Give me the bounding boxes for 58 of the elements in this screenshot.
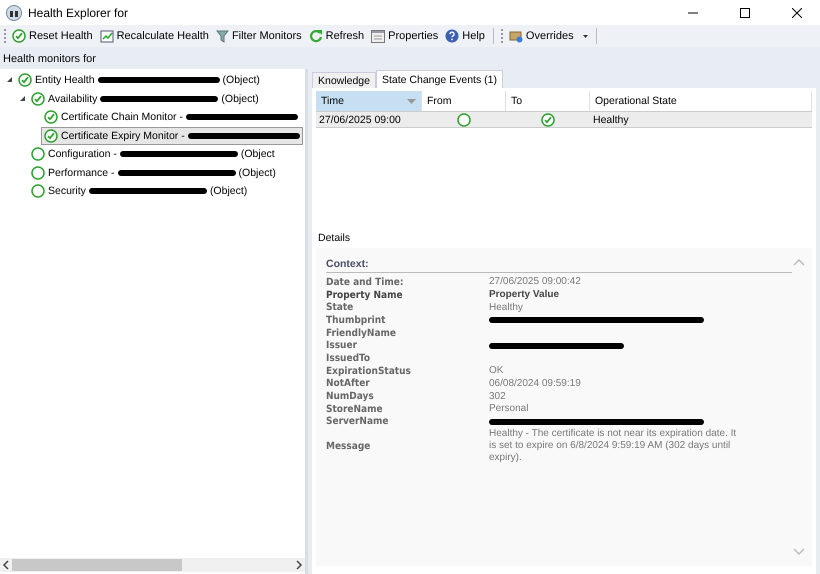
monitors-label: Health monitors for [2,52,97,67]
chart-check-icon [100,29,114,43]
property-value: OK [489,365,504,378]
property-value: 06/08/2024 09:59:19 [489,378,582,390]
property-name: Thumbprint [326,314,386,326]
collapse-icon[interactable] [20,96,26,102]
property-name: Message [326,440,372,452]
toolbar-button[interactable]: Recalculate Health [98,26,210,46]
property-name: IssuedTo [326,352,371,364]
column-heading: Property Name [326,290,404,301]
app-icon [6,4,22,20]
horizontal-scrollbar[interactable] [0,558,305,572]
property-value: Healthy [489,302,524,314]
context-heading: Context: [326,258,792,273]
tree-item[interactable]: Performance - (Object) [28,164,279,182]
property-name: ExpirationStatus [326,366,412,377]
column-header[interactable]: Time [316,91,422,111]
property-name: NotAfter [326,378,371,390]
properties-icon [371,30,386,42]
toolbar-button[interactable]: Properties [370,26,440,46]
tree-item[interactable]: Certificate Chain Monitor - [41,108,301,126]
property-name: ServerName [326,416,390,428]
property-value: 27/06/2025 09:00:42 [489,276,582,288]
sort-icon [407,98,416,104]
property-value: 302 [489,390,507,403]
column-heading: Property Value [489,289,560,302]
check-icon [12,29,26,43]
tree-item[interactable]: Entity Health (Object) [15,71,263,90]
tree-item[interactable]: Configuration - (Object [28,145,278,164]
toolbar-button[interactable]: Refresh [308,26,366,46]
property-name: FriendlyName [326,328,397,339]
table-cell: 27/06/2025 09:00 [316,111,422,128]
toolbar-button[interactable]: Help [444,26,486,46]
collapse-icon[interactable] [6,77,12,84]
property-name: NumDays [326,391,375,402]
filter-icon [216,30,229,42]
details-label: Details [317,232,352,246]
property-value: Personal [489,403,530,416]
tree-item[interactable]: Certificate Expiry Monitor - [41,126,303,145]
property-name: Date and Time: [326,276,404,288]
help-icon [445,29,460,43]
toolbar-button[interactable]: Overrides [508,26,589,46]
tab[interactable]: Knowledge [312,72,376,88]
table-cell: Healthy [590,111,812,128]
refresh-icon [308,29,323,43]
close-icon[interactable] [792,8,802,18]
toolbar-button[interactable]: Reset Health [11,26,94,46]
maximize-icon[interactable] [740,8,750,18]
property-name: StoreName [326,404,384,415]
tree-item[interactable]: Security (Object) [28,182,250,200]
tab[interactable]: State Change Events (1) [376,70,503,88]
box-icon [508,29,523,43]
tree-item[interactable]: Availability (Object) [28,90,262,108]
property-name: Issuer [326,340,358,352]
property-value: Healthy - The certificate is not near its expiration date. It is set to expire on 6/8/2024 9:59:19 AM (302 days until expiry). [489,428,738,464]
toolbar-button[interactable]: Filter Monitors [214,26,303,46]
property-name: State [326,302,354,314]
window-title: Health Explorer for [28,6,130,20]
